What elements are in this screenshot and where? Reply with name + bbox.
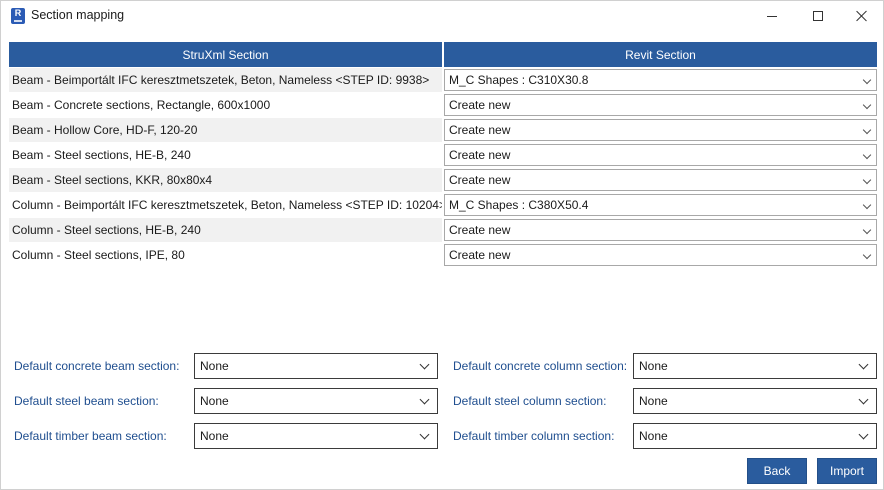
- struxml-section-cell: Column - Steel sections, IPE, 80: [12, 248, 185, 262]
- chevron-down-icon: [419, 429, 430, 440]
- struxml-section-cell: Beam - Beimportált IFC keresztmetszetek,…: [9, 68, 442, 92]
- revit-section-value: Create new: [449, 123, 511, 137]
- default-concrete-column-dropdown[interactable]: None: [633, 353, 877, 379]
- revit-section-value: Create new: [449, 173, 511, 187]
- chevron-down-icon: [862, 200, 872, 210]
- table-row: Column - Steel sections, HE-B, 240 Creat…: [9, 218, 877, 243]
- chevron-down-icon: [419, 394, 430, 405]
- chevron-down-icon: [862, 150, 872, 160]
- table-row: Beam - Hollow Core, HD-F, 120-20 Create …: [9, 118, 877, 143]
- struxml-section-cell: Beam - Hollow Core, HD-F, 120-20: [9, 118, 442, 142]
- struxml-section-cell: Beam - Steel sections, KKR, 80x80x4: [9, 168, 442, 192]
- chevron-down-icon: [858, 359, 869, 370]
- chevron-down-icon: [858, 394, 869, 405]
- chevron-down-icon: [862, 175, 872, 185]
- close-icon: [856, 10, 868, 22]
- default-steel-beam-dropdown[interactable]: None: [194, 388, 438, 414]
- chevron-down-icon: [858, 429, 869, 440]
- table-row: Beam - Steel sections, KKR, 80x80x4 Crea…: [9, 168, 877, 193]
- maximize-icon: [813, 11, 823, 21]
- default-steel-beam-value: None: [200, 394, 229, 408]
- revit-section-dropdown[interactable]: Create new: [444, 219, 877, 241]
- default-concrete-beam-label: Default concrete beam section:: [14, 359, 180, 373]
- struxml-section-cell: Column - Steel sections, HE-B, 240: [9, 218, 442, 242]
- default-timber-column-dropdown[interactable]: None: [633, 423, 877, 449]
- revit-section-dropdown[interactable]: M_C Shapes : C310X30.8: [444, 69, 877, 91]
- chevron-down-icon: [862, 100, 872, 110]
- table-row: Column - Beimportált IFC keresztmetszete…: [9, 193, 877, 218]
- default-steel-column-label: Default steel column section:: [453, 394, 607, 408]
- table-row: Beam - Concrete sections, Rectangle, 600…: [9, 93, 877, 118]
- revit-section-value: Create new: [449, 223, 511, 237]
- close-button[interactable]: [839, 1, 884, 31]
- import-button[interactable]: Import: [817, 458, 877, 484]
- window-title: Section mapping: [31, 8, 125, 22]
- default-concrete-beam-dropdown[interactable]: None: [194, 353, 438, 379]
- default-concrete-beam-value: None: [200, 359, 229, 373]
- chevron-down-icon: [862, 225, 872, 235]
- struxml-section-cell: Beam - Concrete sections, Rectangle, 600…: [12, 98, 271, 112]
- revit-section-dropdown[interactable]: Create new: [444, 119, 877, 141]
- revit-section-value: Create new: [449, 148, 511, 162]
- struxml-section-cell: Beam - Steel sections, HE-B, 240: [12, 148, 191, 162]
- revit-section-value: M_C Shapes : C380X50.4: [449, 198, 589, 212]
- default-steel-column-value: None: [639, 394, 668, 408]
- revit-section-dropdown[interactable]: Create new: [444, 144, 877, 166]
- revit-section-dropdown[interactable]: Create new: [444, 94, 877, 116]
- maximize-button[interactable]: [795, 1, 841, 31]
- struxml-section-cell: Column - Beimportált IFC keresztmetszete…: [12, 198, 442, 212]
- default-concrete-column-label: Default concrete column section:: [453, 359, 628, 373]
- revit-section-value: M_C Shapes : C310X30.8: [449, 73, 589, 87]
- table-row: Column - Steel sections, IPE, 80 Create …: [9, 243, 877, 268]
- default-concrete-column-value: None: [639, 359, 668, 373]
- revit-section-dropdown[interactable]: Create new: [444, 244, 877, 266]
- chevron-down-icon: [862, 250, 872, 260]
- minimize-icon: [767, 15, 777, 17]
- default-steel-column-dropdown[interactable]: None: [633, 388, 877, 414]
- table-row: Beam - Beimportált IFC keresztmetszetek,…: [9, 68, 877, 93]
- chevron-down-icon: [419, 359, 430, 370]
- default-timber-beam-label: Default timber beam section:: [14, 429, 167, 443]
- minimize-button[interactable]: [749, 1, 795, 31]
- column-header-revit[interactable]: Revit Section: [444, 42, 877, 67]
- default-timber-beam-dropdown[interactable]: None: [194, 423, 438, 449]
- back-button[interactable]: Back: [747, 458, 807, 484]
- chevron-down-icon: [862, 75, 872, 85]
- table-row: Beam - Steel sections, HE-B, 240 Create …: [9, 143, 877, 168]
- revit-section-dropdown[interactable]: Create new: [444, 169, 877, 191]
- revit-section-value: Create new: [449, 248, 511, 262]
- revit-section-value: Create new: [449, 98, 511, 112]
- column-header-struxml[interactable]: StruXml Section: [9, 42, 442, 67]
- revit-section-dropdown[interactable]: M_C Shapes : C380X50.4: [444, 194, 877, 216]
- default-timber-column-label: Default timber column section:: [453, 429, 615, 443]
- title-bar: R Section mapping: [1, 1, 883, 31]
- section-mapping-window: R Section mapping StruXml Section Revit …: [0, 0, 884, 490]
- revit-app-icon: R: [11, 8, 25, 24]
- chevron-down-icon: [862, 125, 872, 135]
- default-timber-column-value: None: [639, 429, 668, 443]
- default-steel-beam-label: Default steel beam section:: [14, 394, 159, 408]
- default-timber-beam-value: None: [200, 429, 229, 443]
